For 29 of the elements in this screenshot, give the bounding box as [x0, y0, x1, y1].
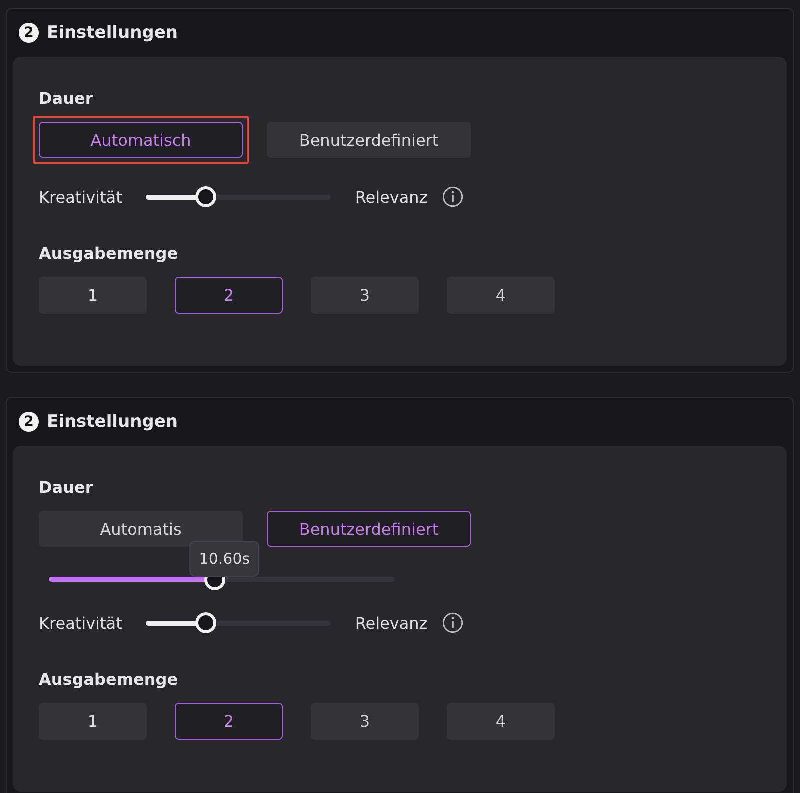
quantity-option[interactable]: 3: [311, 277, 419, 314]
step-number: 2: [19, 23, 39, 43]
duration-label: Dauer: [39, 89, 94, 108]
creativity-label: Kreativität: [39, 614, 122, 632]
duration-option[interactable]: Benutzerdefiniert: [267, 511, 471, 547]
quantity-option[interactable]: 1: [39, 277, 147, 314]
quantity-option[interactable]: 4: [447, 277, 555, 314]
quantity-option[interactable]: 1: [39, 703, 147, 740]
info-icon[interactable]: [442, 612, 464, 634]
section-title: Einstellungen: [47, 23, 178, 43]
creativity-label: Kreativität: [39, 188, 122, 206]
duration-label: Dauer: [39, 478, 94, 497]
info-icon[interactable]: [442, 186, 464, 208]
value-tooltip: 10.60s: [189, 541, 260, 577]
relevance-label: Relevanz: [355, 188, 428, 206]
output-label: Ausgabemenge: [39, 670, 180, 689]
quantity-option[interactable]: 2: [175, 703, 283, 740]
relevance-label: Relevanz: [355, 614, 428, 632]
duration-option[interactable]: Automatis: [39, 511, 243, 547]
duration-option[interactable]: Automatisch: [39, 122, 243, 158]
duration-option[interactable]: Benutzerdefiniert: [267, 122, 471, 158]
quantity-option[interactable]: 4: [447, 703, 555, 740]
slider-thumb[interactable]: [195, 612, 216, 634]
quantity-option[interactable]: 2: [175, 277, 283, 314]
step-number: 2: [19, 412, 39, 432]
slider-thumb[interactable]: [195, 186, 216, 208]
output-label: Ausgabemenge: [39, 244, 180, 263]
quantity-option[interactable]: 3: [311, 703, 419, 740]
section-title: Einstellungen: [47, 412, 178, 432]
